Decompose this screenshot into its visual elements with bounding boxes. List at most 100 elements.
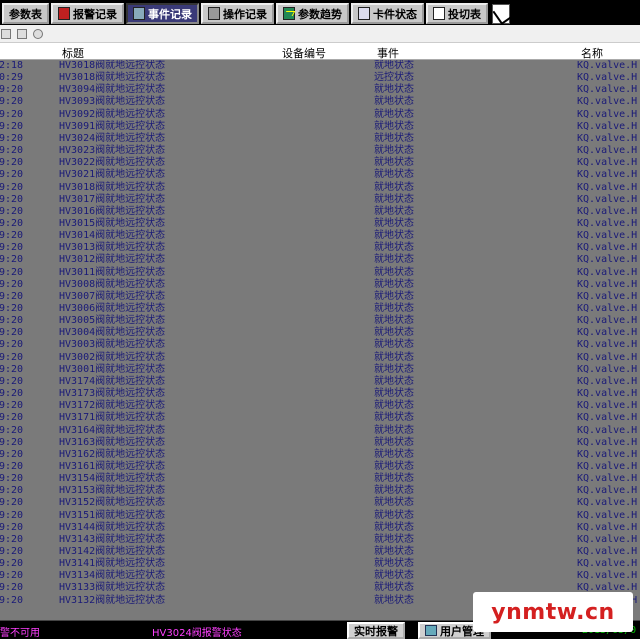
- tab-2[interactable]: 事件记录: [126, 3, 199, 24]
- tab-6[interactable]: 投切表: [426, 3, 488, 24]
- row-title: HV3092阀就地远控状态: [59, 108, 166, 120]
- tab-1[interactable]: 报警记录: [51, 3, 124, 24]
- row-event: 就地状态: [374, 84, 414, 96]
- table-row[interactable]: 9:20 HV3002阀就地远控状态 就地状态 KQ.valve.H: [0, 352, 640, 364]
- table-row[interactable]: 9:20 HV3007阀就地远控状态 就地状态 KQ.valve.H: [0, 291, 640, 303]
- table-row[interactable]: 9:20 HV3164阀就地远控状态 就地状态 KQ.valve.H: [0, 425, 640, 437]
- table-row[interactable]: 9:20 HV3142阀就地远控状态 就地状态 KQ.valve.H: [0, 546, 640, 558]
- latest-alarm-text: HV3024阀报警状态: [152, 628, 242, 639]
- row-event: 就地状态: [374, 242, 414, 254]
- table-row[interactable]: 9:20 HV3023阀就地远控状态 就地状态 KQ.valve.H: [0, 145, 640, 157]
- row-title: HV3152阀就地远控状态: [59, 497, 166, 509]
- table-row[interactable]: 9:20 HV3014阀就地远控状态 就地状态 KQ.valve.H: [0, 230, 640, 242]
- table-row[interactable]: 9:20 HV3092阀就地远控状态 就地状态 KQ.valve.H: [0, 109, 640, 121]
- row-time: 9:20: [0, 485, 24, 497]
- row-title: HV3153阀就地远控状态: [59, 485, 166, 497]
- row-name: KQ.valve.H: [577, 509, 638, 521]
- row-title: HV3132阀就地远控状态: [59, 594, 166, 606]
- event-record-icon: [133, 7, 145, 20]
- row-event: 远控状态: [374, 72, 414, 84]
- tab-5[interactable]: 卡件状态: [351, 3, 424, 24]
- table-row[interactable]: 9:20 HV3008阀就地远控状态 就地状态 KQ.valve.H: [0, 279, 640, 291]
- realtime-alarm-label: 实时报警: [354, 624, 398, 638]
- row-time: 9:20: [0, 120, 24, 132]
- row-name: KQ.valve.H: [577, 485, 638, 497]
- table-row[interactable]: 9:20 HV3091阀就地远控状态 就地状态 KQ.valve.H: [0, 121, 640, 133]
- table-row[interactable]: 9:20 HV3094阀就地远控状态 就地状态 KQ.valve.H: [0, 84, 640, 96]
- table-row[interactable]: 9:20 HV3001阀就地远控状态 就地状态 KQ.valve.H: [0, 364, 640, 376]
- table-row[interactable]: 9:20 HV3172阀就地远控状态 就地状态 KQ.valve.H: [0, 400, 640, 412]
- row-title: HV3154阀就地远控状态: [59, 473, 166, 485]
- table-row[interactable]: 9:20 HV3024阀就地远控状态 就地状态 KQ.valve.H: [0, 133, 640, 145]
- row-time: 9:20: [0, 460, 24, 472]
- table-row[interactable]: 9:20 HV3013阀就地远控状态 就地状态 KQ.valve.H: [0, 242, 640, 254]
- row-time: 9:20: [0, 290, 24, 302]
- table-row[interactable]: 9:20 HV3134阀就地远控状态 就地状态 KQ.valve.H: [0, 570, 640, 582]
- row-event: 就地状态: [374, 497, 414, 509]
- table-row[interactable]: 9:20 HV3154阀就地远控状态 就地状态 KQ.valve.H: [0, 473, 640, 485]
- tab-4[interactable]: 参数趋势: [276, 3, 349, 24]
- row-time: 9:20: [0, 96, 24, 108]
- table-row[interactable]: 9:20 HV3011阀就地远控状态 就地状态 KQ.valve.H: [0, 267, 640, 279]
- table-row[interactable]: 2:18 HV3018阀就地远控状态 就地状态 KQ.valve.H: [0, 60, 640, 72]
- tools-icon[interactable]: [492, 3, 510, 24]
- row-name: KQ.valve.H: [577, 132, 638, 144]
- table-row[interactable]: 9:20 HV3141阀就地远控状态 就地状态 KQ.valve.H: [0, 558, 640, 570]
- table-row[interactable]: 9:20 HV3143阀就地远控状态 就地状态 KQ.valve.H: [0, 534, 640, 546]
- row-name: KQ.valve.H: [577, 546, 638, 557]
- table-row[interactable]: 9:20 HV3004阀就地远控状态 就地状态 KQ.valve.H: [0, 327, 640, 339]
- table-row[interactable]: 9:20 HV3005阀就地远控状态 就地状态 KQ.valve.H: [0, 315, 640, 327]
- column-title[interactable]: 标题: [62, 45, 84, 61]
- table-row[interactable]: 9:20 HV3017阀就地远控状态 就地状态 KQ.valve.H: [0, 194, 640, 206]
- table-row[interactable]: 9:20 HV3015阀就地远控状态 就地状态 KQ.valve.H: [0, 218, 640, 230]
- table-row[interactable]: 9:20 HV3153阀就地远控状态 就地状态 KQ.valve.H: [0, 485, 640, 497]
- row-name: KQ.valve.H: [577, 193, 638, 205]
- realtime-alarm-button[interactable]: 实时报警: [347, 622, 405, 639]
- watermark-logo: ynmtw.cn: [473, 592, 633, 632]
- table-row[interactable]: 9:20 HV3006阀就地远控状态 就地状态 KQ.valve.H: [0, 303, 640, 315]
- row-event: 就地状态: [374, 339, 414, 351]
- row-title: HV3018阀就地远控状态: [59, 72, 166, 84]
- table-row[interactable]: 9:20 HV3018阀就地远控状态 就地状态 KQ.valve.H: [0, 182, 640, 194]
- table-row[interactable]: 9:20 HV3022阀就地远控状态 就地状态 KQ.valve.H: [0, 157, 640, 169]
- row-event: 就地状态: [374, 290, 414, 302]
- column-name[interactable]: 名称: [581, 45, 603, 61]
- table-row[interactable]: 9:20 HV3144阀就地远控状态 就地状态 KQ.valve.H: [0, 522, 640, 534]
- table-row[interactable]: 9:20 HV3173阀就地远控状态 就地状态 KQ.valve.H: [0, 388, 640, 400]
- row-time: 9:20: [0, 242, 24, 254]
- row-event: 就地状态: [374, 509, 414, 521]
- row-event: 就地状态: [374, 594, 414, 606]
- table-row[interactable]: 9:20 HV3093阀就地远控状态 就地状态 KQ.valve.H: [0, 96, 640, 108]
- row-time: 9:20: [0, 278, 24, 290]
- filter-icon[interactable]: [1, 28, 11, 39]
- row-time: 9:20: [0, 363, 24, 375]
- table-row[interactable]: 9:20 HV3171阀就地远控状态 就地状态 KQ.valve.H: [0, 412, 640, 424]
- table-row[interactable]: 9:20 HV3151阀就地远控状态 就地状态 KQ.valve.H: [0, 510, 640, 522]
- table-row[interactable]: 9:20 HV3152阀就地远控状态 就地状态 KQ.valve.H: [0, 497, 640, 509]
- row-time: 9:20: [0, 193, 24, 205]
- table-row[interactable]: 9:20 HV3174阀就地远控状态 就地状态 KQ.valve.H: [0, 376, 640, 388]
- row-event: 就地状态: [374, 278, 414, 290]
- row-event: 就地状态: [374, 351, 414, 363]
- row-title: HV3001阀就地远控状态: [59, 363, 166, 375]
- table-row[interactable]: 9:20 HV3161阀就地远控状态 就地状态 KQ.valve.H: [0, 461, 640, 473]
- row-time: 9:20: [0, 108, 24, 120]
- tab-0[interactable]: 参数表: [2, 3, 49, 24]
- table-row[interactable]: 9:20 HV3012阀就地远控状态 就地状态 KQ.valve.H: [0, 254, 640, 266]
- table-row[interactable]: 9:20 HV3021阀就地远控状态 就地状态 KQ.valve.H: [0, 169, 640, 181]
- refresh-icon[interactable]: [33, 28, 43, 39]
- column-device[interactable]: 设备编号: [282, 45, 326, 61]
- row-name: KQ.valve.H: [577, 460, 638, 472]
- grid-view-icon[interactable]: [17, 28, 27, 39]
- table-row[interactable]: 9:20 HV3163阀就地远控状态 就地状态 KQ.valve.H: [0, 437, 640, 449]
- table-row[interactable]: 9:20 HV3016阀就地远控状态 就地状态 KQ.valve.H: [0, 206, 640, 218]
- table-row[interactable]: 9:20 HV3003阀就地远控状态 就地状态 KQ.valve.H: [0, 339, 640, 351]
- row-event: 就地状态: [374, 521, 414, 533]
- tab-3[interactable]: 操作记录: [201, 3, 274, 24]
- column-event[interactable]: 事件: [377, 45, 399, 61]
- row-event: 就地状态: [374, 157, 414, 169]
- row-event: 就地状态: [374, 193, 414, 205]
- table-row[interactable]: 9:20 HV3162阀就地远控状态 就地状态 KQ.valve.H: [0, 449, 640, 461]
- operation-record-icon: [208, 7, 220, 20]
- table-row[interactable]: 0:29 HV3018阀就地远控状态 远控状态 KQ.valve.H: [0, 72, 640, 84]
